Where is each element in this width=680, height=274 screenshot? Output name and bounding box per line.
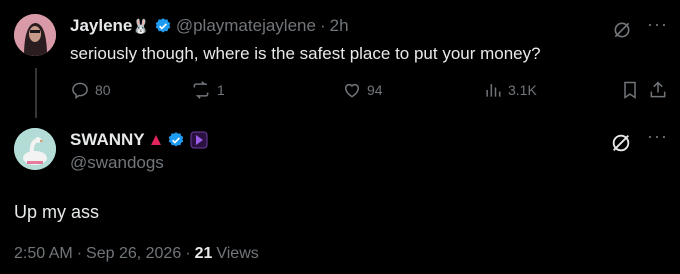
red-triangle-icon: [150, 135, 161, 145]
action-bar: 80 1 94 3.1K: [70, 80, 670, 104]
views-button[interactable]: 3.1K: [483, 80, 537, 100]
grok-icon[interactable]: [610, 132, 632, 159]
share-button[interactable]: [648, 80, 668, 100]
like-button[interactable]: 94: [342, 80, 383, 100]
timestamp[interactable]: 2h: [330, 16, 349, 36]
avatar[interactable]: [14, 128, 56, 170]
tweet-meta: 2:50 AM · Sep 26, 2026 · 21 Views: [14, 245, 259, 263]
tweet-text: seriously though, where is the safest pl…: [70, 44, 541, 63]
like-count: 94: [367, 82, 383, 98]
grok-icon[interactable]: [612, 20, 632, 45]
meta-separator: ·: [76, 245, 83, 262]
like-icon: [345, 83, 359, 98]
views-icon: [486, 84, 501, 97]
avatar[interactable]: [14, 14, 56, 56]
more-icon[interactable]: ···: [647, 14, 668, 35]
author-name[interactable]: SWANNY: [70, 130, 145, 150]
meta-separator: ·: [185, 245, 191, 262]
reply-button[interactable]: 80: [70, 80, 111, 100]
views-label: Views: [216, 245, 259, 262]
bookmark-icon: [624, 81, 636, 99]
time-separator: ·: [319, 16, 326, 35]
author-handle[interactable]: @playmatejaylene: [176, 16, 316, 36]
share-icon: [650, 81, 666, 98]
original-tweet[interactable]: Jaylene🐰 @playmatejaylene · 2h seriously…: [14, 14, 670, 114]
reply-tweet[interactable]: SWANNY @swandogs ··· Up my ass 2:50 AM ·…: [14, 126, 670, 274]
views-count: 3.1K: [508, 82, 537, 98]
verified-badge-icon: [168, 132, 183, 147]
more-icon[interactable]: ···: [647, 126, 668, 147]
repost-count: 1: [217, 82, 225, 98]
reply-count: 80: [95, 82, 111, 98]
verified-badge-icon: [155, 18, 171, 33]
author-line: SWANNY: [70, 130, 208, 150]
reply-icon: [72, 82, 88, 99]
reply-text: Up my ass: [14, 202, 100, 222]
views-count: 21: [194, 245, 213, 262]
author-handle[interactable]: @swandogs: [70, 153, 164, 173]
bookmark-button[interactable]: [620, 80, 640, 100]
purple-badge-icon: [190, 131, 208, 149]
repost-icon: [193, 81, 209, 99]
author-name[interactable]: Jaylene🐰: [70, 16, 150, 36]
repost-button[interactable]: 1: [190, 80, 225, 100]
tweet-header: Jaylene🐰 @playmatejaylene · 2h: [70, 16, 349, 36]
timestamp[interactable]: 2:50 AM: [14, 245, 73, 263]
date[interactable]: Sep 26, 2026: [86, 245, 181, 263]
